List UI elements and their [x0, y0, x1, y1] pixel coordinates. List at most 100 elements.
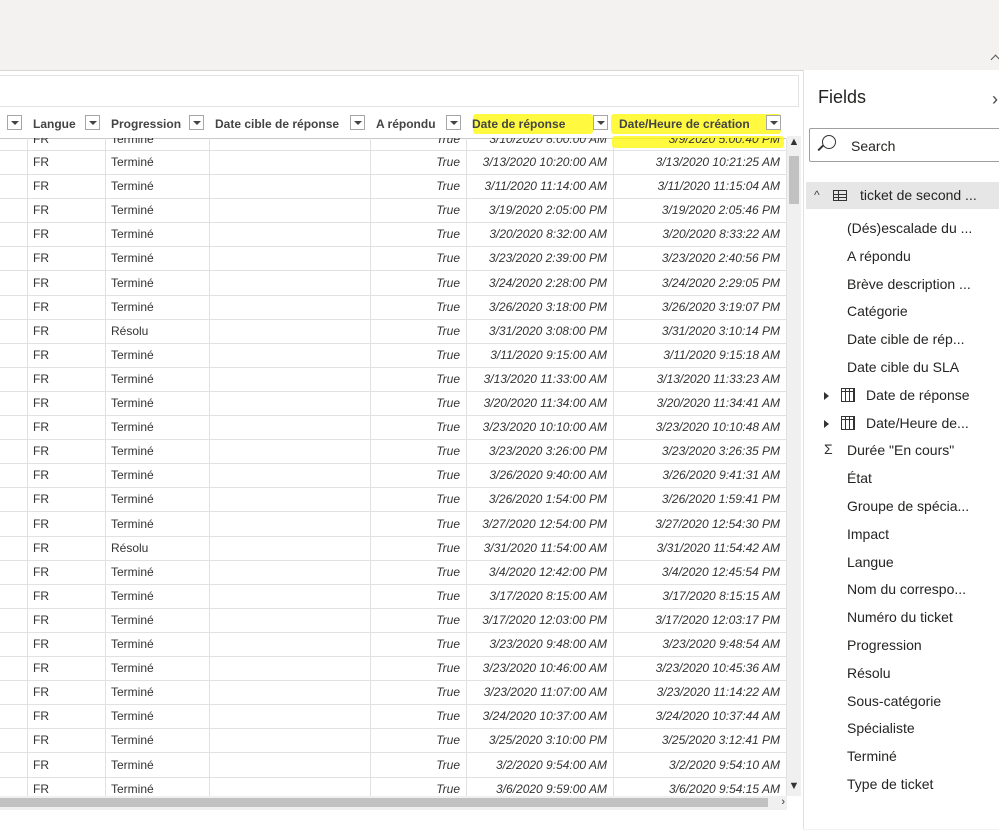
table-row[interactable]: FR Terminé True 3/25/2020 3:10:00 PM 3/25/20… [0, 728, 787, 754]
cell-a-repondu: True [371, 583, 467, 608]
cell-progression: Terminé [106, 246, 210, 271]
column-header-blank[interactable] [0, 112, 28, 138]
scroll-up-icon[interactable]: ▲ [787, 136, 801, 152]
scroll-thumb[interactable] [789, 156, 799, 204]
table-row[interactable]: FR Terminé True 3/23/2020 10:10:00 AM 3/23/2… [0, 415, 787, 441]
field-item[interactable]: A répondu [804, 245, 999, 269]
field-item[interactable]: Terminé [804, 745, 999, 769]
cell-langue: FR [28, 439, 106, 464]
cell-date-reponse: 3/26/2020 3:18:00 PM [467, 294, 614, 319]
table-row[interactable]: FR Résolu True 3/31/2020 3:08:00 PM 3/31/202… [0, 318, 787, 344]
field-item[interactable]: Date de réponse [804, 384, 999, 408]
field-item[interactable]: Date cible du SLA [804, 356, 999, 380]
table-row[interactable]: FR Terminé True 3/23/2020 2:39:00 PM 3/23/20… [0, 246, 787, 272]
table-row[interactable]: FR Terminé True 3/26/2020 3:18:00 PM 3/26/20… [0, 294, 787, 320]
column-header-date-cible[interactable]: Date cible de réponse [210, 112, 371, 138]
field-item[interactable]: Brève description ... [804, 273, 999, 297]
table-row[interactable]: FR Terminé True 3/13/2020 11:33:00 AM 3/13/2… [0, 366, 787, 392]
table-row[interactable]: FR Terminé True 3/24/2020 10:37:00 AM 3/24/2… [0, 704, 787, 730]
table-row[interactable]: FR Terminé True 3/11/2020 11:14:00 AM 3/11/2… [0, 174, 787, 200]
table-row[interactable]: FR Terminé True 3/6/2020 9:59:00 AM 3/6/2020… [0, 776, 787, 796]
table-row[interactable]: FR Terminé True 3/23/2020 3:26:00 PM 3/23/20… [0, 439, 787, 465]
field-item[interactable]: Spécialiste [804, 717, 999, 741]
table-row[interactable]: FR Terminé True 3/19/2020 2:05:00 PM 3/19/20… [0, 198, 787, 224]
scroll-down-icon[interactable]: ▼ [787, 780, 801, 796]
cell-date-reponse: 3/26/2020 9:40:00 AM [467, 463, 614, 488]
expand-triangle-icon[interactable] [824, 419, 829, 428]
column-header-date-reponse[interactable]: Date de réponse [467, 112, 614, 138]
field-item[interactable]: Impact [804, 523, 999, 547]
table-row[interactable]: FR Terminé True 3/23/2020 9:48:00 AM 3/23/20… [0, 632, 787, 657]
cell-date-creation: 3/4/2020 12:45:54 PM [614, 559, 787, 584]
field-item[interactable]: Résolu [804, 662, 999, 686]
filter-dropdown-icon[interactable] [446, 115, 461, 130]
table-row[interactable]: FR Terminé True 3/20/2020 8:32:00 AM 3/20/20… [0, 222, 787, 248]
filter-dropdown-icon[interactable] [766, 115, 781, 130]
cell-date-creation: 3/13/2020 11:33:23 AM [614, 366, 787, 391]
cell-date-cible [210, 174, 371, 199]
cell-date-creation: 3/26/2020 9:41:31 AM [614, 463, 787, 488]
table-row[interactable]: FR Terminé True 3/13/2020 10:20:00 AM 3/13/2… [0, 150, 787, 175]
column-header-a-repondu[interactable]: A répondu [371, 112, 467, 138]
filter-dropdown-icon[interactable] [7, 115, 22, 130]
table-row[interactable]: FR Résolu True 3/31/2020 11:54:00 AM 3/31/20… [0, 535, 787, 561]
table-row[interactable]: FR Terminé True 3/20/2020 11:34:00 AM 3/20/2… [0, 391, 787, 416]
field-item[interactable]: Date cible de rép... [804, 328, 999, 352]
cell-langue: FR [28, 728, 106, 753]
cell-blank [0, 439, 28, 464]
column-header-date-creation[interactable]: Date/Heure de création [614, 112, 787, 138]
field-item[interactable]: Nom du correspo... [804, 578, 999, 602]
field-item[interactable]: Σ Durée "En cours" [804, 439, 999, 463]
field-label: État [847, 470, 872, 487]
field-item[interactable]: Numéro du ticket [804, 606, 999, 630]
table-row[interactable]: FR Terminé True 3/26/2020 9:40:00 AM 3/26/20… [0, 463, 787, 489]
filter-dropdown-icon[interactable] [350, 115, 365, 130]
cell-date-cible [210, 487, 371, 512]
cell-date-reponse: 3/20/2020 11:34:00 AM [467, 391, 614, 415]
cell-progression: Terminé [106, 415, 210, 440]
cell-progression: Terminé [106, 607, 210, 632]
cell-progression: Terminé [106, 656, 210, 681]
horizontal-scrollbar[interactable]: › [0, 796, 787, 810]
field-item[interactable]: Sous-catégorie [804, 690, 999, 714]
search-input[interactable]: Search [809, 128, 999, 162]
field-item[interactable]: Type de ticket [804, 773, 999, 797]
column-header-label: A répondu [376, 117, 436, 131]
scroll-right-icon[interactable]: › [781, 796, 785, 808]
cell-progression: Terminé [106, 752, 210, 777]
table-row[interactable]: FR Terminé True 3/24/2020 2:28:00 PM 3/24/20… [0, 270, 787, 296]
table-node[interactable]: ^ ticket de second ... [806, 182, 999, 209]
table-row[interactable]: FR Terminé True 3/26/2020 1:54:00 PM 3/26/20… [0, 487, 787, 513]
field-item[interactable]: Groupe de spécia... [804, 495, 999, 519]
field-item[interactable]: (Dés)escalade du ... [804, 217, 999, 241]
table-row[interactable]: FR Terminé True 3/27/2020 12:54:00 PM 3/27/2… [0, 511, 787, 537]
table-row[interactable]: FR Terminé True 3/23/2020 10:46:00 AM 3/23/2… [0, 656, 787, 682]
filter-dropdown-icon[interactable] [189, 115, 204, 130]
field-item[interactable]: Progression [804, 634, 999, 658]
hscroll-thumb[interactable] [0, 798, 768, 807]
field-item[interactable]: État [804, 467, 999, 491]
column-header-progression[interactable]: Progression [106, 112, 210, 138]
cell-date-reponse: 3/20/2020 8:32:00 AM [467, 222, 614, 247]
field-item[interactable]: Date/Heure de... [804, 412, 999, 436]
table-row[interactable]: FR Terminé True 3/11/2020 9:15:00 AM 3/11/20… [0, 342, 787, 368]
chevron-right-icon[interactable]: › [992, 89, 998, 110]
table-row[interactable]: FR Terminé True 3/23/2020 11:07:00 AM 3/23/2… [0, 680, 787, 706]
cell-langue: FR [28, 463, 106, 488]
column-header-langue[interactable]: Langue [28, 112, 106, 138]
filter-dropdown-icon[interactable] [85, 115, 100, 130]
table-row[interactable]: FR Terminé True 3/2/2020 9:54:00 AM 3/2/2020… [0, 752, 787, 778]
field-item[interactable]: Langue [804, 551, 999, 575]
chevron-up-icon[interactable]: ^ [814, 188, 820, 202]
table-row[interactable]: FR Terminé True 3/17/2020 8:15:00 AM 3/17/20… [0, 583, 787, 609]
filter-dropdown-icon[interactable] [593, 115, 608, 130]
cell-date-cible [210, 607, 371, 632]
cell-progression: Terminé [106, 391, 210, 415]
table-row[interactable]: FR Terminé True 3/17/2020 12:03:00 PM 3/17/2… [0, 607, 787, 633]
field-item[interactable]: Catégorie [804, 300, 999, 324]
table-row[interactable]: FR Terminé True 3/4/2020 12:42:00 PM 3/4/202… [0, 559, 787, 585]
chevron-up-icon[interactable] [990, 54, 999, 65]
expand-triangle-icon[interactable] [824, 391, 829, 400]
cell-date-cible [210, 776, 371, 796]
vertical-scrollbar[interactable]: ▲ ▼ [787, 136, 801, 796]
